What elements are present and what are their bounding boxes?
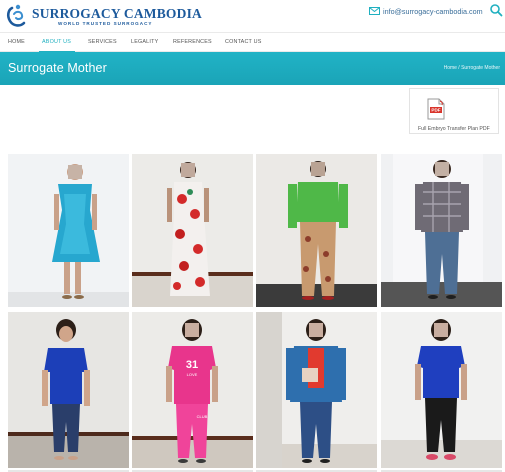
- nav-item-services[interactable]: SERVICES: [88, 33, 117, 52]
- nav-item-about-us[interactable]: ABOUT US: [42, 33, 71, 52]
- pdf-download-card[interactable]: PDF Full Embryo Transfer Plan PDF: [409, 88, 499, 134]
- gallery-photo-6[interactable]: 31 LOVE CLUB: [132, 312, 253, 468]
- gallery-photo-1[interactable]: [8, 154, 129, 307]
- page-title: Surrogate Mother: [8, 61, 107, 75]
- gallery-photo-4[interactable]: [381, 154, 502, 307]
- header-email[interactable]: info@surrogacy-cambodia.com: [369, 5, 483, 17]
- email-address[interactable]: info@surrogacy-cambodia.com: [383, 7, 483, 16]
- envelope-icon: [369, 7, 380, 15]
- gallery-photo-5[interactable]: [8, 312, 129, 468]
- search-icon[interactable]: [489, 3, 503, 17]
- gallery-photo-3[interactable]: [256, 154, 377, 307]
- gallery-photo-7[interactable]: [256, 312, 377, 468]
- pdf-icon-text: PDF: [431, 108, 440, 113]
- site-header: SURROGACY CAMBODIA WORLD TRUSTED SURROGA…: [0, 0, 505, 32]
- shirt-text-number: 31: [186, 359, 198, 371]
- breadcrumb[interactable]: Home / Surrogate Mother: [444, 65, 500, 71]
- site-logo[interactable]: SURROGACY CAMBODIA WORLD TRUSTED SURROGA…: [6, 3, 202, 29]
- nav-item-contact-us[interactable]: CONTACT US: [225, 33, 262, 52]
- nav-item-legality[interactable]: LEGALITY: [131, 33, 158, 52]
- nav-item-references[interactable]: REFERENCES: [173, 33, 212, 52]
- page-title-banner: Surrogate Mother Home / Surrogate Mother: [0, 52, 505, 85]
- pdf-file-icon: PDF: [427, 98, 445, 120]
- surrogate-gallery: 31 LOVE CLUB: [0, 151, 505, 472]
- main-nav: HOME ABOUT US SERVICES LEGALITY REFERENC…: [0, 32, 505, 53]
- gallery-photo-8[interactable]: [381, 312, 502, 468]
- shirt-text-word: LOVE: [187, 372, 198, 377]
- brand-name: SURROGACY CAMBODIA: [32, 6, 202, 21]
- logo-mark-icon: [6, 4, 26, 27]
- nav-item-home[interactable]: HOME: [8, 33, 25, 52]
- gallery-photo-2[interactable]: [132, 154, 253, 307]
- pants-text: CLUB: [197, 414, 208, 419]
- brand-tagline: WORLD TRUSTED SURROGACY: [58, 21, 153, 26]
- pdf-card-label: Full Embryo Transfer Plan PDF: [418, 126, 490, 132]
